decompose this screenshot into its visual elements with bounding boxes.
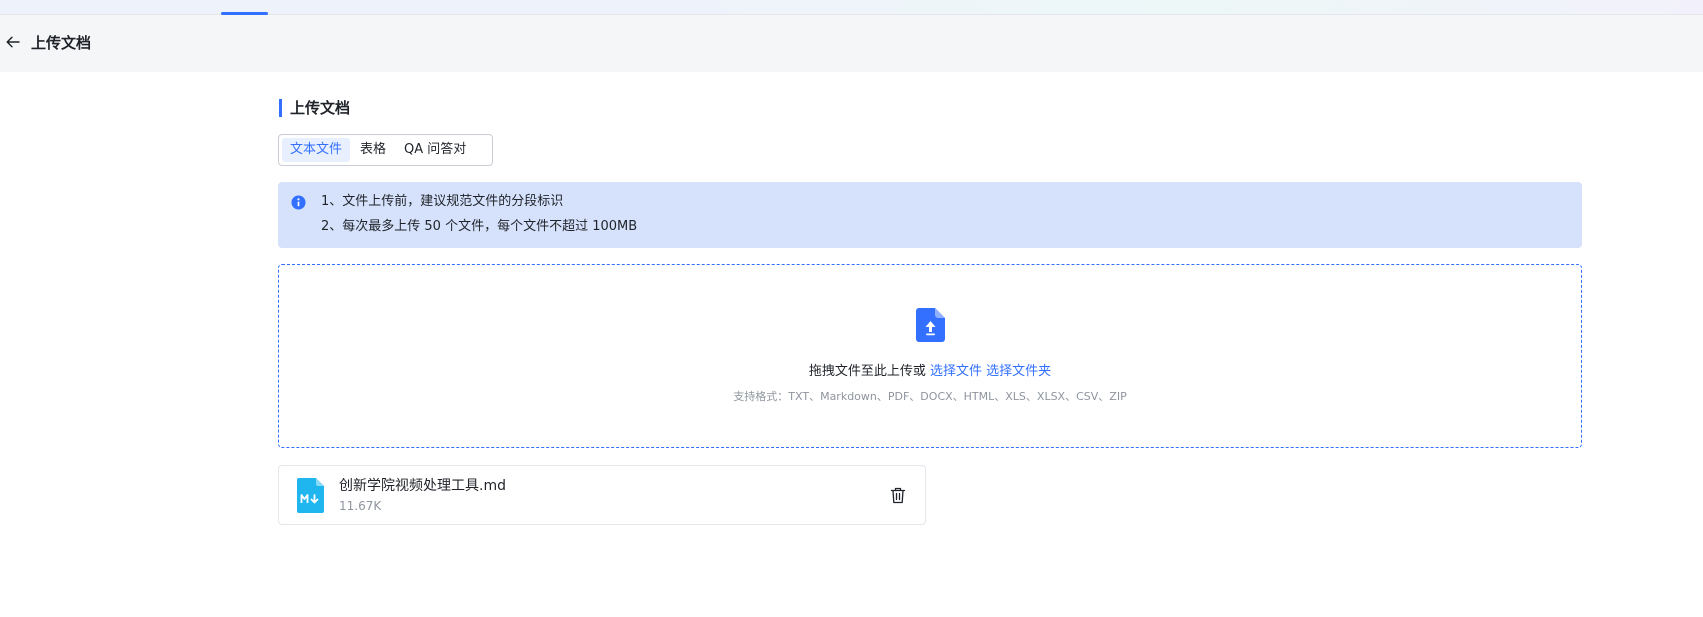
tab-table[interactable]: 表格 xyxy=(352,138,394,162)
page-title: 上传文档 xyxy=(31,34,92,52)
markdown-file-icon xyxy=(297,478,324,513)
tab-qa-pairs[interactable]: QA 问答对 xyxy=(396,138,474,162)
arrow-left-icon xyxy=(6,36,20,48)
back-button[interactable] xyxy=(4,33,22,51)
file-size: 11.67K xyxy=(339,499,382,513)
info-icon xyxy=(291,195,306,210)
delete-file-button[interactable] xyxy=(890,487,906,504)
trash-icon xyxy=(890,487,906,504)
upload-notice: 1、文件上传前，建议规范文件的分段标识 2、每次最多上传 50 个文件，每个文件… xyxy=(278,182,1582,248)
dropzone-prompt-text: 拖拽文件至此上传或 xyxy=(808,364,926,379)
top-tab-strip xyxy=(0,0,1703,15)
upload-type-tabs: 文本文件 表格 QA 问答对 xyxy=(278,134,493,166)
notice-line-2: 2、每次最多上传 50 个文件，每个文件不超过 100MB xyxy=(321,219,638,234)
tab-text-file[interactable]: 文本文件 xyxy=(282,138,351,162)
section-title: 上传文档 xyxy=(279,99,350,117)
notice-line-1: 1、文件上传前，建议规范文件的分段标识 xyxy=(321,194,564,209)
supported-formats: 支持格式：TXT、Markdown、PDF、DOCX、HTML、XLS、XLSX… xyxy=(733,390,1127,403)
uploaded-file-item: 创新学院视频处理工具.md 11.67K xyxy=(278,465,926,525)
file-dropzone[interactable]: 拖拽文件至此上传或 选择文件 选择文件夹 支持格式：TXT、Markdown、P… xyxy=(278,264,1582,448)
file-name: 创新学院视频处理工具.md xyxy=(339,478,506,494)
file-upload-icon xyxy=(916,308,945,342)
dropzone-prompt: 拖拽文件至此上传或 选择文件 选择文件夹 xyxy=(279,363,1581,381)
select-file-link[interactable]: 选择文件 xyxy=(930,364,982,379)
select-folder-link[interactable]: 选择文件夹 xyxy=(986,364,1051,379)
page-header: 上传文档 xyxy=(0,15,1703,72)
